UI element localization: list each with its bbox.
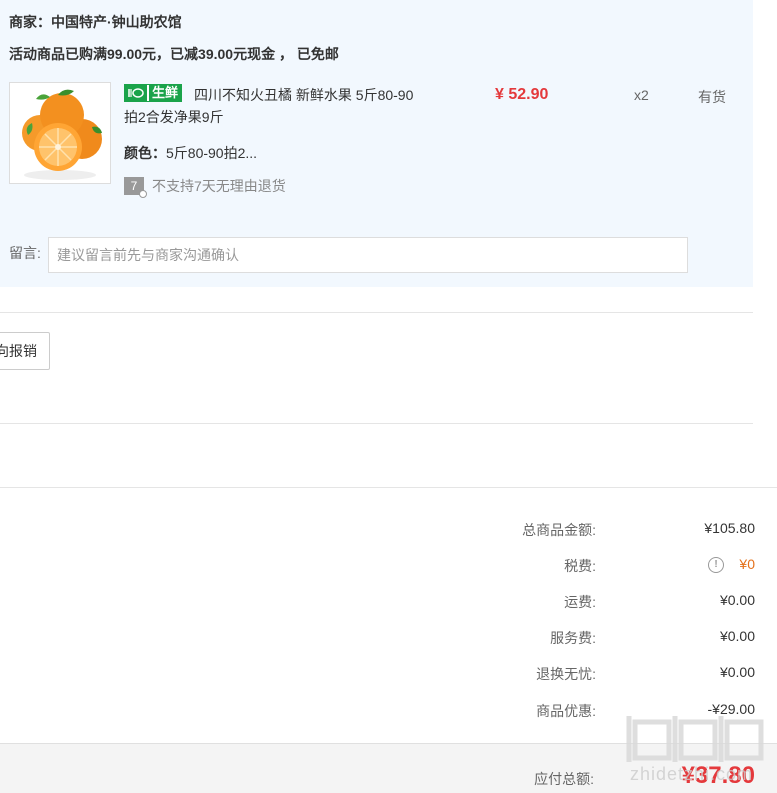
summary-value: -¥29.00 — [707, 701, 755, 717]
summary-value: ¥0.00 — [719, 592, 755, 608]
total-bar — [0, 743, 777, 793]
note-label: 留言: — [9, 245, 41, 261]
summary-value: ¥0.00 — [719, 664, 755, 680]
summary-row-return-insurance: 退换无忧: ¥0.00 — [0, 664, 777, 684]
return-policy-text: 不支持7天无理由退货 — [152, 178, 286, 194]
section-divider — [0, 423, 753, 424]
summary-label: 退换无忧: — [536, 666, 596, 682]
summary-row-shipping: 运费: ¥0.00 — [0, 592, 777, 612]
product-thumbnail[interactable] — [9, 82, 111, 184]
total-label: 应付总额: — [534, 771, 594, 787]
summary-label: 税费: — [564, 558, 596, 574]
fork-plate-icon — [125, 85, 147, 101]
fresh-badge-label: 生鲜 — [148, 85, 181, 101]
orange-fruit-icon — [22, 89, 102, 180]
info-icon[interactable]: ! — [708, 557, 724, 573]
summary-value: ¥0 — [739, 556, 755, 572]
summary-row-tax: 税费: ¥0 — [0, 556, 777, 576]
spec-label: 颜色： — [124, 145, 166, 161]
promo-text: 活动商品已购满99.00元，已减39.00元现金 ， 已免邮 — [9, 46, 339, 62]
stock-status: 有货 — [698, 89, 726, 105]
shop-order-panel: 商家：中国特产·钟山助农馆 活动商品已购满99.00元，已减39.00元现金 ，… — [0, 0, 753, 287]
unit-price: ¥ 52.90 — [495, 86, 549, 103]
section-divider — [0, 487, 777, 488]
spec-value: 5斤80-90拍2... — [166, 145, 258, 161]
summary-row-service-fee: 服务费: ¥0.00 — [0, 628, 777, 648]
quantity: x2 — [634, 87, 649, 103]
summary-value: ¥105.80 — [704, 520, 755, 536]
return-policy: 7 不支持7天无理由退货 — [124, 176, 286, 198]
summary-label: 服务费: — [550, 630, 596, 646]
order-note-input[interactable] — [48, 237, 688, 273]
fresh-badge: 生鲜 — [124, 84, 182, 102]
summary-label: 商品优惠: — [536, 703, 596, 719]
summary-row-goods-total: 总商品金额: ¥105.80 — [0, 520, 777, 540]
invoice-reimburse-button[interactable]: 向报销 — [0, 332, 50, 370]
shop-name[interactable]: 商家：中国特产·钟山助农馆 — [9, 12, 182, 32]
summary-label: 运费: — [564, 594, 596, 610]
summary-value: ¥0.00 — [719, 628, 755, 644]
section-divider — [0, 312, 753, 313]
total-value: ¥37.80 — [681, 762, 755, 789]
no-return-icon: 7 — [124, 177, 147, 198]
summary-label: 总商品金额: — [522, 522, 596, 538]
product-spec: 颜色：5斤80-90拍2... — [124, 143, 257, 163]
summary-row-discount: 商品优惠: -¥29.00 — [0, 701, 777, 721]
